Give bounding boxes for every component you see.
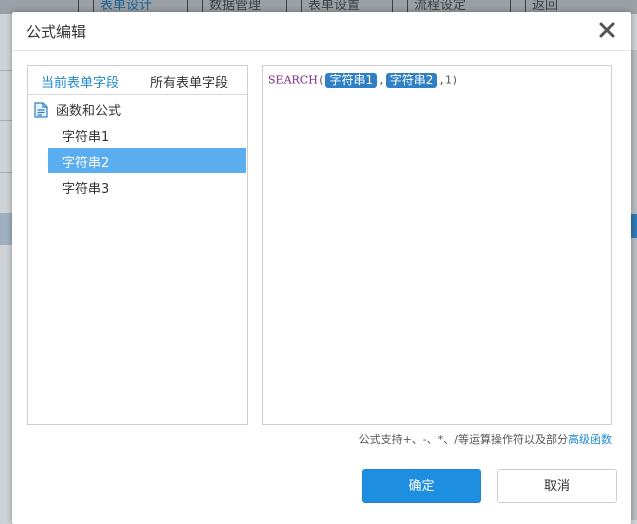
open-paren: ( (317, 73, 325, 87)
formula-editor-dialog: 公式编辑 当前表单字段 所有表单字段 函数和公式 字符串1 字符串2 字符串3 … (12, 12, 631, 524)
tab-all-form-fields[interactable]: 所有表单字段 (150, 72, 228, 91)
field-chip[interactable]: 字符串2 (385, 73, 438, 88)
advanced-functions-link[interactable]: 高级函数 (568, 433, 612, 446)
bg-divider (0, 120, 12, 121)
dialog-title: 公式编辑 (26, 23, 87, 41)
formula-tail: ,1) (438, 73, 459, 87)
dialog-header: 公式编辑 (12, 12, 631, 51)
field-item[interactable]: 字符串1 (48, 122, 246, 147)
bg-right-accent (631, 214, 637, 238)
field-item-label: 字符串2 (62, 156, 110, 171)
field-panel-tabs: 当前表单字段 所有表单字段 (28, 66, 247, 95)
field-item-selected[interactable]: 字符串2 (48, 148, 246, 173)
field-panel: 当前表单字段 所有表单字段 函数和公式 字符串1 字符串2 字符串3 (27, 65, 248, 425)
function-name: SEARCH (268, 73, 318, 87)
bg-divider (0, 70, 12, 71)
bg-right-strip (631, 50, 637, 520)
field-item-label: 字符串1 (62, 130, 110, 145)
tab-current-form-fields[interactable]: 当前表单字段 (41, 72, 119, 91)
comma: , (378, 73, 385, 87)
bg-divider (0, 172, 12, 173)
field-chip[interactable]: 字符串1 (325, 73, 378, 88)
formula-hint: 公式支持+、-、*、/等运算操作符以及部分高级函数 (359, 431, 612, 447)
close-x-icon (599, 22, 615, 38)
tree-root-label: 函数和公式 (56, 104, 122, 119)
formula-editor[interactable]: SEARCH(字符串1, 字符串2,1) (262, 65, 612, 425)
cancel-button[interactable]: 取消 (497, 469, 617, 503)
close-button[interactable] (597, 20, 617, 40)
confirm-button[interactable]: 确定 (362, 469, 481, 503)
formula-expression: SEARCH(字符串1, 字符串2,1) (268, 73, 458, 88)
hint-text: 公式支持+、-、*、/等运算操作符以及部分 (358, 433, 568, 446)
bg-selected-row (0, 213, 12, 245)
document-icon (34, 102, 48, 118)
field-item-label: 字符串3 (62, 182, 110, 197)
field-item[interactable]: 字符串3 (48, 174, 246, 199)
